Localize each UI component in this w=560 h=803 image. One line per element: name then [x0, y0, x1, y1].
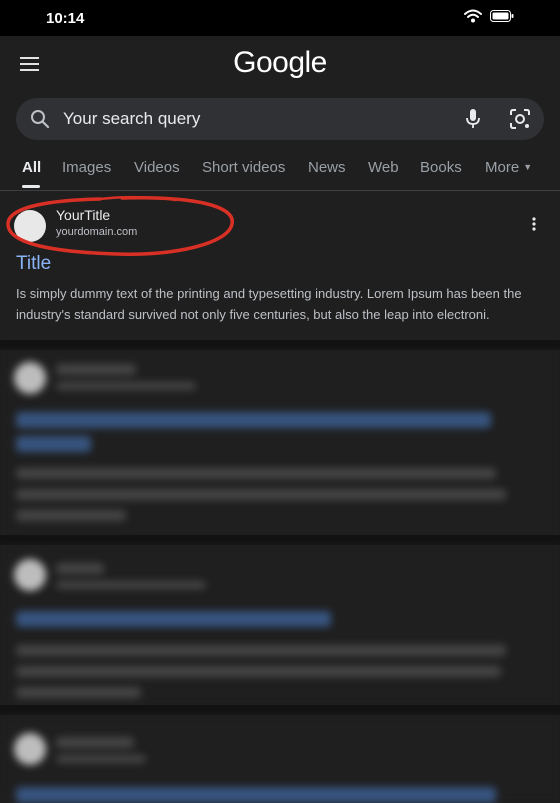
google-logo[interactable]: Google: [0, 46, 560, 80]
blurred-text: [56, 382, 196, 390]
camera-lens-icon[interactable]: [509, 108, 531, 135]
blurred-favicon: [14, 559, 46, 591]
blurred-result: [0, 545, 560, 705]
result-divider: [0, 340, 560, 350]
result-divider: [0, 705, 560, 715]
microphone-icon[interactable]: [465, 108, 481, 135]
tab-more-label: More: [485, 159, 520, 176]
battery-icon: [490, 10, 514, 22]
wifi-icon: [464, 9, 482, 23]
search-input[interactable]: Your search query: [63, 109, 200, 129]
blurred-favicon: [14, 362, 46, 394]
blurred-result: [0, 350, 560, 535]
status-bar: 10:14: [0, 0, 560, 36]
blurred-title: [16, 611, 331, 627]
blurred-favicon: [14, 733, 46, 765]
blurred-text: [16, 645, 506, 656]
tab-web[interactable]: Web: [368, 159, 399, 176]
tab-news[interactable]: News: [308, 159, 346, 176]
tab-more[interactable]: More ▼: [485, 159, 532, 176]
blurred-text: [56, 737, 134, 748]
status-icons: [464, 9, 514, 23]
blurred-title: [16, 412, 491, 428]
blurred-text: [16, 687, 141, 698]
app-header: Google: [0, 36, 560, 96]
tab-images[interactable]: Images: [62, 159, 111, 176]
blurred-text: [16, 489, 506, 500]
status-time: 10:14: [46, 10, 85, 27]
blurred-text: [56, 581, 206, 589]
tab-videos[interactable]: Videos: [134, 159, 180, 176]
tab-books[interactable]: Books: [420, 159, 462, 176]
highlight-annotation: [6, 195, 234, 256]
blurred-text: [56, 563, 104, 574]
blurred-text: [16, 468, 496, 479]
search-tabs: All Images Videos Short videos News Web …: [0, 150, 560, 191]
result-snippet: Is simply dummy text of the printing and…: [16, 286, 522, 322]
more-vert-icon[interactable]: [532, 217, 536, 236]
blurred-text: [56, 755, 146, 763]
blurred-title: [16, 436, 91, 452]
result-divider: [0, 535, 560, 545]
tab-short-videos[interactable]: Short videos: [202, 159, 285, 176]
blurred-text: [16, 510, 126, 521]
tab-all[interactable]: All: [22, 159, 41, 176]
active-tab-indicator: [22, 185, 40, 188]
blurred-text: [56, 364, 136, 375]
search-icon[interactable]: [30, 109, 50, 134]
search-bar[interactable]: Your search query: [16, 98, 544, 140]
blurred-result: [0, 715, 560, 803]
caret-down-icon: ▼: [523, 162, 533, 172]
blurred-text: [16, 666, 501, 677]
